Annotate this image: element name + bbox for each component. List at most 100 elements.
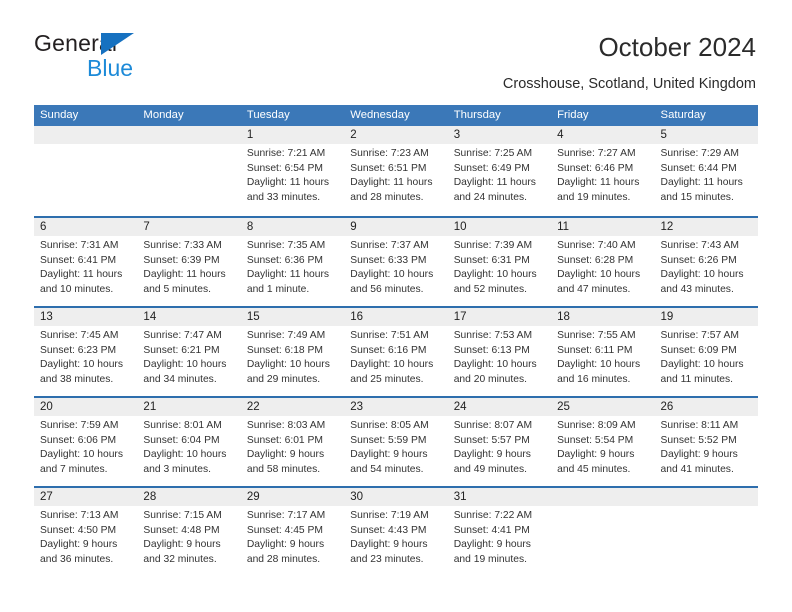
weekday-sunday: Sunday [40,109,79,121]
day-number: 14 [143,311,157,323]
day-cell[interactable]: 24 Sunrise: 8:07 AM Sunset: 5:57 PM Dayligh… [447,398,552,486]
sunrise-text: Sunrise: 7:31 AM [40,240,119,251]
day-cell[interactable]: 27 Sunrise: 7:13 AM Sunset: 4:50 PM Dayligh… [34,488,138,576]
day-cell[interactable]: 3 Sunrise: 7:25 AM Sunset: 6:49 PM Daylight… [447,126,552,216]
day-cell[interactable]: 17 Sunrise: 7:53 AM Sunset: 6:13 PM Dayligh… [447,308,552,396]
day-cell[interactable]: 18 Sunrise: 7:55 AM Sunset: 6:11 PM Dayligh… [551,308,655,396]
day-number-band: 28 [137,488,241,506]
day-cell[interactable]: 11 Sunrise: 7:40 AM Sunset: 6:28 PM Dayligh… [551,218,655,306]
day-cell[interactable]: 30 Sunrise: 7:19 AM Sunset: 4:43 PM Dayligh… [344,488,448,576]
week-row: 1 Sunrise: 7:21 AM Sunset: 6:54 PM Daylight… [34,126,758,216]
day-sun-info: Sunrise: 8:01 AM Sunset: 6:04 PM Daylight:… [137,416,240,477]
day-cell[interactable]: 10 Sunrise: 7:39 AM Sunset: 6:31 PM Dayligh… [447,218,552,306]
daylight-text-line2: and 28 minutes. [350,191,424,203]
day-sun-info: Sunrise: 8:07 AM Sunset: 5:57 PM Daylight:… [448,416,551,477]
sunrise-text: Sunrise: 7:47 AM [143,330,222,341]
day-number: 2 [350,129,357,141]
sunset-text: Sunset: 6:13 PM [453,344,530,356]
daylight-text-line2: and 36 minutes. [40,553,114,565]
day-number: 4 [557,129,564,141]
day-cell[interactable]: 16 Sunrise: 7:51 AM Sunset: 6:16 PM Dayligh… [344,308,448,396]
day-cell[interactable]: 31 Sunrise: 7:22 AM Sunset: 4:41 PM Dayligh… [447,488,552,576]
day-sun-info: Sunrise: 7:45 AM Sunset: 6:23 PM Daylight:… [34,326,137,387]
day-cell[interactable]: 13 Sunrise: 7:45 AM Sunset: 6:23 PM Dayligh… [34,308,138,396]
day-cell[interactable]: 5 Sunrise: 7:29 AM Sunset: 6:44 PM Daylight… [654,126,758,216]
day-cell[interactable]: 8 Sunrise: 7:35 AM Sunset: 6:36 PM Daylight… [240,218,345,306]
day-number: 15 [246,311,260,323]
week-row: 27 Sunrise: 7:13 AM Sunset: 4:50 PM Dayligh… [34,486,758,576]
day-number-band [34,126,138,144]
day-number-band: 25 [551,398,655,416]
day-cell[interactable]: 28 Sunrise: 7:15 AM Sunset: 4:48 PM Dayligh… [137,488,241,576]
daylight-text-line1: Daylight: 9 hours [350,449,428,461]
day-number: 3 [453,129,461,141]
day-cell[interactable]: 4 Sunrise: 7:27 AM Sunset: 6:46 PM Daylight… [551,126,655,216]
daylight-text-line2: and 52 minutes. [453,283,527,295]
general-blue-logo[interactable]: General Blue [34,30,274,82]
sunset-text: Sunset: 6:39 PM [143,254,220,266]
day-cell[interactable]: 21 Sunrise: 8:01 AM Sunset: 6:04 PM Dayligh… [137,398,241,486]
day-number-band: 6 [34,218,138,236]
sunset-text: Sunset: 6:31 PM [453,254,530,266]
day-number: 31 [453,491,467,503]
daylight-text-line1: Daylight: 11 hours [453,177,536,189]
weekday-friday: Friday [557,109,589,121]
logo-text-blue: Blue [87,55,134,81]
day-cell[interactable]: 9 Sunrise: 7:37 AM Sunset: 6:33 PM Daylight… [344,218,448,306]
daylight-text-line2: and 7 minutes. [40,463,108,475]
day-number-band: 21 [137,398,241,416]
daylight-text-line1: Daylight: 10 hours [40,359,123,371]
day-number: 25 [557,401,570,413]
sunrise-text: Sunrise: 8:09 AM [557,420,636,431]
sunset-text: Sunset: 6:09 PM [660,344,737,356]
page-header: General Blue October 2024 Crosshouse, Sc… [0,0,792,98]
sunset-text: Sunset: 6:16 PM [350,344,427,356]
day-number: 20 [40,401,53,413]
daylight-text-line2: and 10 minutes. [40,283,114,295]
day-number: 11 [557,221,570,233]
day-cell[interactable]: 29 Sunrise: 7:17 AM Sunset: 4:45 PM Dayligh… [240,488,345,576]
daylight-text-line1: Daylight: 10 hours [660,269,744,281]
day-number-band: 10 [447,218,552,236]
day-cell[interactable]: 7 Sunrise: 7:33 AM Sunset: 6:39 PM Daylight… [137,218,241,306]
day-number: 17 [453,311,467,323]
day-number: 21 [143,401,157,413]
day-cell[interactable]: 25 Sunrise: 8:09 AM Sunset: 5:54 PM Dayligh… [551,398,655,486]
sunrise-text: Sunrise: 7:25 AM [453,148,533,159]
sunset-text: Sunset: 6:26 PM [660,254,737,266]
day-cell[interactable]: 15 Sunrise: 7:49 AM Sunset: 6:18 PM Dayligh… [240,308,345,396]
daylight-text-line2: and 45 minutes. [557,463,631,475]
day-cell[interactable]: 2 Sunrise: 7:23 AM Sunset: 6:51 PM Daylight… [344,126,448,216]
day-number: 10 [453,221,467,233]
daylight-text-line1: Daylight: 11 hours [350,177,433,189]
day-number: 6 [40,221,47,233]
daylight-text-line1: Daylight: 9 hours [453,449,531,461]
day-sun-info: Sunrise: 7:29 AM Sunset: 6:44 PM Daylight:… [655,144,758,205]
daylight-text-line2: and 29 minutes. [246,373,321,385]
day-cell[interactable]: 12 Sunrise: 7:43 AM Sunset: 6:26 PM Dayligh… [654,218,758,306]
day-sun-info: Sunrise: 7:53 AM Sunset: 6:13 PM Daylight:… [448,326,551,387]
day-cell[interactable]: 6 Sunrise: 7:31 AM Sunset: 6:41 PM Daylight… [34,218,138,306]
sunrise-text: Sunrise: 7:27 AM [557,148,636,159]
daylight-text-line2: and 54 minutes. [350,463,424,475]
day-cell[interactable]: 23 Sunrise: 8:05 AM Sunset: 5:59 PM Dayligh… [344,398,448,486]
day-sun-info: Sunrise: 7:22 AM Sunset: 4:41 PM Daylight:… [448,506,551,567]
page-subtitle: Crosshouse, Scotland, United Kingdom [502,76,756,92]
sunrise-text: Sunrise: 7:22 AM [453,510,533,521]
day-cell-empty [34,126,138,216]
day-sun-info: Sunrise: 7:23 AM Sunset: 6:51 PM Daylight:… [344,144,447,205]
day-cell[interactable]: 1 Sunrise: 7:21 AM Sunset: 6:54 PM Daylight… [240,126,345,216]
day-sun-info: Sunrise: 7:19 AM Sunset: 4:43 PM Daylight:… [344,506,447,567]
day-cell[interactable]: 20 Sunrise: 7:59 AM Sunset: 6:06 PM Dayligh… [34,398,138,486]
sunrise-text: Sunrise: 7:33 AM [143,240,222,251]
day-number-band: 5 [654,126,758,144]
day-cell[interactable]: 22 Sunrise: 8:03 AM Sunset: 6:01 PM Dayligh… [240,398,345,486]
day-cell[interactable]: 19 Sunrise: 7:57 AM Sunset: 6:09 PM Dayligh… [654,308,758,396]
page-title: October 2024 [598,32,756,62]
day-sun-info: Sunrise: 7:33 AM Sunset: 6:39 PM Daylight:… [137,236,240,297]
day-cell[interactable]: 14 Sunrise: 7:47 AM Sunset: 6:21 PM Dayligh… [137,308,241,396]
day-sun-info: Sunrise: 7:17 AM Sunset: 4:45 PM Daylight:… [241,506,344,567]
daylight-text-line2: and 20 minutes. [453,373,527,385]
day-cell[interactable]: 26 Sunrise: 8:11 AM Sunset: 5:52 PM Dayligh… [654,398,758,486]
sunset-text: Sunset: 6:44 PM [660,162,737,174]
